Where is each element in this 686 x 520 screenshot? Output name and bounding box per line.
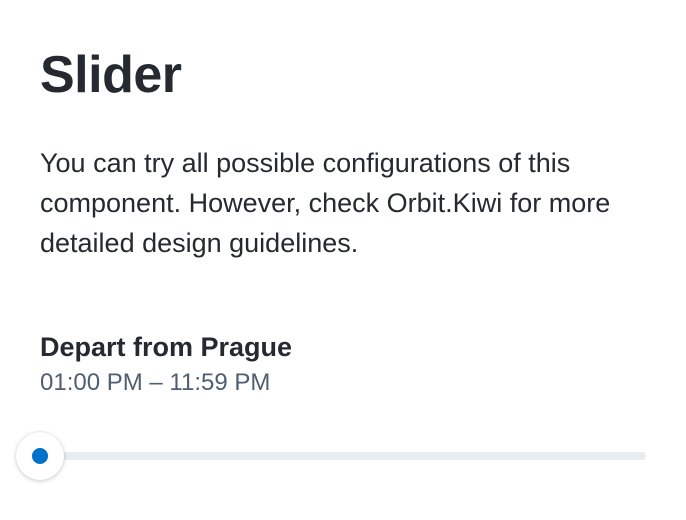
page-title: Slider xyxy=(40,46,182,104)
slider-value-range: 01:00 PM – 11:59 PM xyxy=(40,369,271,396)
departure-time-slider[interactable] xyxy=(16,432,646,480)
slider-track[interactable] xyxy=(40,452,646,460)
slider-handle-dot xyxy=(32,448,48,464)
page-description: You can try all possible configurations … xyxy=(40,148,611,258)
slider-handle[interactable] xyxy=(16,432,64,480)
slider-label: Depart from Prague xyxy=(40,332,293,362)
page-content: Slider You can try all possible configur… xyxy=(16,0,646,520)
